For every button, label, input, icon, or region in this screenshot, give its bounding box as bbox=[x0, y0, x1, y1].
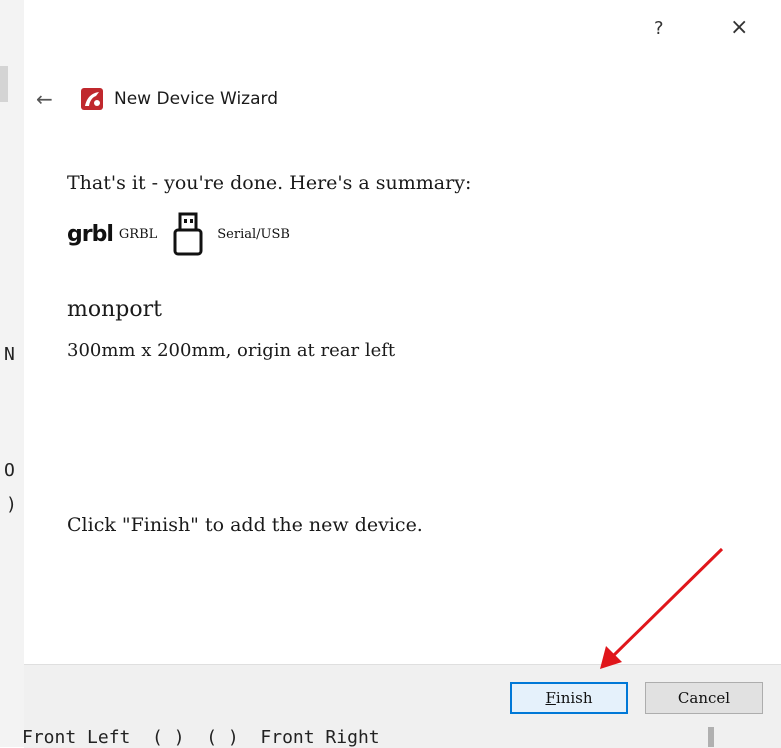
driver-summary-row: grbl GRBL Serial/USB bbox=[67, 212, 290, 256]
back-arrow-icon[interactable]: ← bbox=[36, 87, 66, 111]
connection-type: Serial/USB bbox=[217, 226, 290, 242]
background-scrollbar bbox=[0, 66, 8, 102]
background-text-fragment: O bbox=[4, 460, 15, 481]
help-button[interactable]: ? bbox=[654, 18, 664, 39]
summary-heading: That's it - you're done. Here's a summar… bbox=[67, 172, 472, 194]
background-app-strip bbox=[0, 0, 24, 747]
wizard-title: New Device Wizard bbox=[114, 89, 279, 109]
device-dimensions: 300mm x 200mm, origin at rear left bbox=[67, 340, 396, 361]
driver-name: GRBL bbox=[118, 226, 158, 242]
new-device-wizard-dialog: ? × ← New Device Wizard That's it - you'… bbox=[24, 0, 781, 748]
close-button[interactable]: × bbox=[730, 15, 748, 40]
finish-accelerator: F bbox=[545, 689, 556, 707]
background-row-text: Front Left ( ) ( ) Front Right bbox=[22, 727, 380, 748]
app-logo-icon bbox=[81, 88, 103, 110]
background-text-fragment: ) bbox=[6, 494, 17, 515]
background-scroll-indicator bbox=[708, 727, 714, 747]
usb-icon bbox=[173, 212, 203, 256]
wizard-header: ← New Device Wizard bbox=[36, 86, 278, 112]
finish-instruction: Click "Finish" to add the new device. bbox=[67, 514, 423, 536]
cancel-button[interactable]: Cancel bbox=[645, 682, 763, 714]
device-name: monport bbox=[67, 297, 162, 322]
finish-label: inish bbox=[555, 689, 593, 707]
finish-button[interactable]: Finish bbox=[510, 682, 628, 714]
grbl-logo: grbl bbox=[67, 221, 114, 247]
background-text-fragment: N bbox=[4, 344, 15, 365]
